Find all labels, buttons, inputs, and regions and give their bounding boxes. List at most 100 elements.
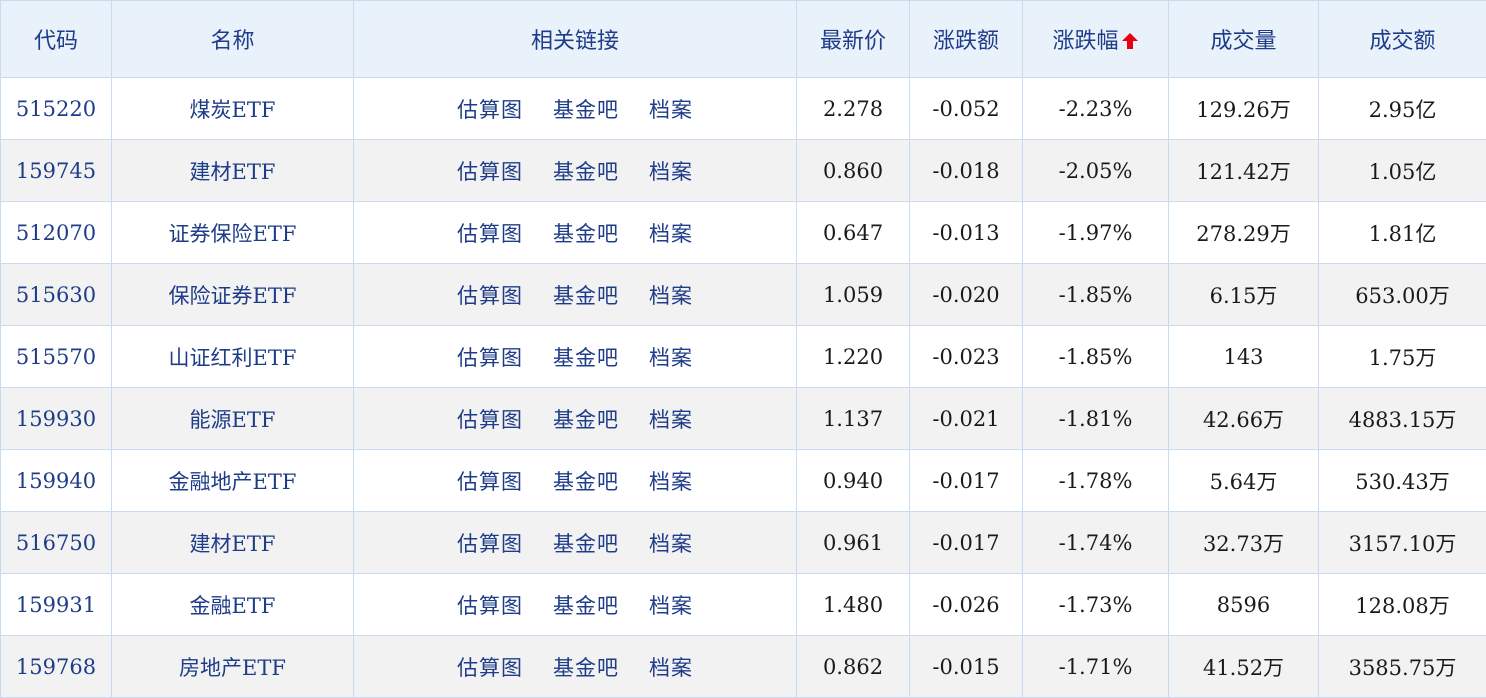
column-header-change[interactable]: 涨跌额 xyxy=(910,1,1023,78)
fund-name-link[interactable]: 保险证券ETF xyxy=(169,284,297,308)
cell-code: 159940 xyxy=(1,450,112,512)
fund-name-link[interactable]: 证券保险ETF xyxy=(169,222,297,246)
cell-price: 1.137 xyxy=(797,388,910,450)
fund-name-link[interactable]: 金融ETF xyxy=(190,594,276,618)
cell-links: 估算图 基金吧 档案 xyxy=(354,512,797,574)
fund-profile-link[interactable]: 档案 xyxy=(649,532,693,556)
fund-name-link[interactable]: 建材ETF xyxy=(190,532,276,556)
column-header-code[interactable]: 代码 xyxy=(1,1,112,78)
fund-forum-link[interactable]: 基金吧 xyxy=(553,470,619,494)
cell-name: 山证红利ETF xyxy=(112,326,354,388)
fund-profile-link[interactable]: 档案 xyxy=(649,470,693,494)
fund-profile-link[interactable]: 档案 xyxy=(649,408,693,432)
cell-amount: 128.08万 xyxy=(1319,574,1486,636)
fund-code-link[interactable]: 159930 xyxy=(16,407,96,431)
column-header-price[interactable]: 最新价 xyxy=(797,1,910,78)
fund-code-link[interactable]: 512070 xyxy=(16,221,96,245)
cell-amount: 1.81亿 xyxy=(1319,202,1486,264)
cell-volume: 8596 xyxy=(1169,574,1319,636)
fund-name-link[interactable]: 山证红利ETF xyxy=(169,346,297,370)
fund-code-link[interactable]: 515630 xyxy=(16,283,96,307)
estimate-chart-link[interactable]: 估算图 xyxy=(457,284,523,308)
cell-pct: -1.71% xyxy=(1023,636,1169,698)
column-header-name[interactable]: 名称 xyxy=(112,1,354,78)
cell-code: 159930 xyxy=(1,388,112,450)
table-row: 516750建材ETF估算图基金吧档案0.961-0.017-1.74%32.7… xyxy=(1,512,1486,574)
fund-forum-link[interactable]: 基金吧 xyxy=(553,532,619,556)
cell-code: 159768 xyxy=(1,636,112,698)
cell-code: 159931 xyxy=(1,574,112,636)
cell-amount: 653.00万 xyxy=(1319,264,1486,326)
cell-name: 金融ETF xyxy=(112,574,354,636)
column-header-pct-label: 涨跌幅 xyxy=(1052,29,1118,54)
etf-quote-table: 代码 名称 相关链接 最新价 涨跌额 涨跌幅 成交量 成交额 515220 煤炭E… xyxy=(0,0,1486,698)
column-header-pct[interactable]: 涨跌幅 xyxy=(1023,1,1169,78)
fund-code-link[interactable]: 159940 xyxy=(16,469,96,493)
fund-forum-link[interactable]: 基金吧 xyxy=(553,656,619,680)
fund-forum-link[interactable]: 基金吧 xyxy=(553,408,619,432)
cell-change: -0.023 xyxy=(910,326,1023,388)
cell-amount: 3157.10万 xyxy=(1319,512,1486,574)
cell-volume: 129.26万 xyxy=(1169,78,1319,140)
estimate-chart-link[interactable]: 估算图 xyxy=(457,222,523,246)
estimate-chart-link[interactable]: 估算图 xyxy=(457,160,523,184)
fund-name-link[interactable]: 煤炭ETF xyxy=(190,98,276,122)
header-row: 代码 名称 相关链接 最新价 涨跌额 涨跌幅 成交量 成交额 xyxy=(1,1,1486,78)
fund-profile-link[interactable]: 档案 xyxy=(649,284,693,308)
fund-profile-link[interactable]: 档案 xyxy=(649,656,693,680)
fund-profile-link[interactable]: 档案 xyxy=(649,98,693,122)
fund-code-link[interactable]: 159745 xyxy=(16,159,96,183)
estimate-chart-link[interactable]: 估算图 xyxy=(457,656,523,680)
cell-amount: 3585.75万 xyxy=(1319,636,1486,698)
cell-code: 159745 xyxy=(1,140,112,202)
cell-amount: 530.43万 xyxy=(1319,450,1486,512)
cell-name: 保险证券ETF xyxy=(112,264,354,326)
fund-forum-link[interactable]: 基金吧 xyxy=(553,222,619,246)
estimate-chart-link[interactable]: 估算图 xyxy=(457,346,523,370)
estimate-chart-link[interactable]: 估算图 xyxy=(457,98,523,122)
fund-forum-link[interactable]: 基金吧 xyxy=(553,160,619,184)
cell-change: -0.017 xyxy=(910,450,1023,512)
fund-profile-link[interactable]: 档案 xyxy=(649,222,693,246)
estimate-chart-link[interactable]: 估算图 xyxy=(457,408,523,432)
fund-name-link[interactable]: 房地产ETF xyxy=(179,656,286,680)
fund-code-link[interactable]: 159931 xyxy=(16,593,96,617)
fund-name-link[interactable]: 建材ETF xyxy=(190,160,276,184)
table-row: 515630保险证券ETF估算图基金吧档案1.059-0.020-1.85%6.… xyxy=(1,264,1486,326)
estimate-chart-link[interactable]: 估算图 xyxy=(457,470,523,494)
table-body: 515220煤炭ETF估算图基金吧档案2.278-0.052-2.23%129.… xyxy=(1,78,1486,698)
fund-code-link[interactable]: 515570 xyxy=(16,345,96,369)
cell-pct: -1.97% xyxy=(1023,202,1169,264)
fund-code-link[interactable]: 159768 xyxy=(16,655,96,679)
cell-change: -0.018 xyxy=(910,140,1023,202)
cell-change: -0.017 xyxy=(910,512,1023,574)
cell-change: -0.015 xyxy=(910,636,1023,698)
fund-forum-link[interactable]: 基金吧 xyxy=(553,284,619,308)
fund-forum-link[interactable]: 基金吧 xyxy=(553,98,619,122)
cell-change: -0.026 xyxy=(910,574,1023,636)
estimate-chart-link[interactable]: 估算图 xyxy=(457,532,523,556)
cell-volume: 278.29万 xyxy=(1169,202,1319,264)
fund-profile-link[interactable]: 档案 xyxy=(649,346,693,370)
cell-price: 0.860 xyxy=(797,140,910,202)
fund-name-link[interactable]: 能源ETF xyxy=(190,408,276,432)
fund-name-link[interactable]: 金融地产ETF xyxy=(169,470,297,494)
column-header-volume[interactable]: 成交量 xyxy=(1169,1,1319,78)
fund-profile-link[interactable]: 档案 xyxy=(649,160,693,184)
fund-code-link[interactable]: 515220 xyxy=(16,97,96,121)
sort-up-arrow-icon[interactable] xyxy=(1121,32,1139,50)
cell-volume: 41.52万 xyxy=(1169,636,1319,698)
table-row: 159768房地产ETF估算图基金吧档案0.862-0.015-1.71%41.… xyxy=(1,636,1486,698)
cell-pct: -1.74% xyxy=(1023,512,1169,574)
cell-pct: -2.23% xyxy=(1023,78,1169,140)
fund-code-link[interactable]: 516750 xyxy=(16,531,96,555)
cell-code: 515220 xyxy=(1,78,112,140)
column-header-amount[interactable]: 成交额 xyxy=(1319,1,1486,78)
cell-amount: 1.05亿 xyxy=(1319,140,1486,202)
fund-profile-link[interactable]: 档案 xyxy=(649,594,693,618)
table-row: 515570山证红利ETF估算图基金吧档案1.220-0.023-1.85%14… xyxy=(1,326,1486,388)
estimate-chart-link[interactable]: 估算图 xyxy=(457,594,523,618)
fund-forum-link[interactable]: 基金吧 xyxy=(553,346,619,370)
fund-forum-link[interactable]: 基金吧 xyxy=(553,594,619,618)
cell-code: 515630 xyxy=(1,264,112,326)
